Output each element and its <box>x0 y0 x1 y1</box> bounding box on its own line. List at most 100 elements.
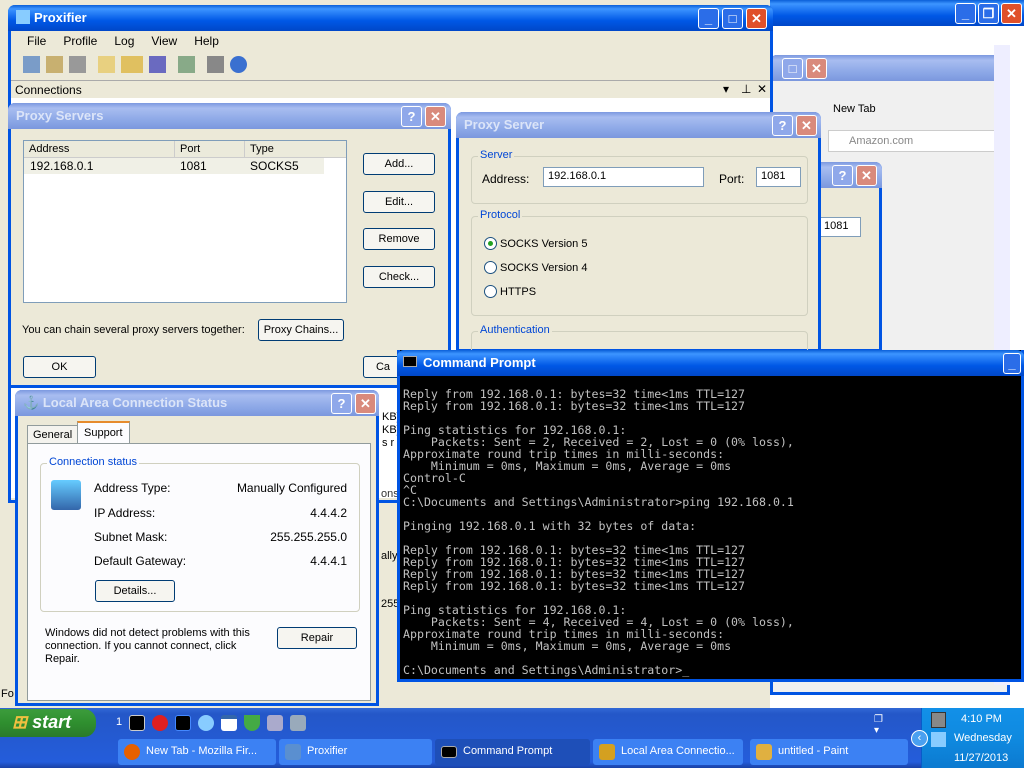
column-port[interactable]: Port <box>174 141 244 157</box>
details-button[interactable]: Details... <box>95 580 175 602</box>
maximize-button[interactable]: □ <box>722 8 743 29</box>
panel-close-icon[interactable]: ✕ <box>757 82 767 96</box>
help-button[interactable]: ? <box>832 165 853 186</box>
toolbar <box>23 56 247 73</box>
close-button[interactable]: ✕ <box>856 165 877 186</box>
connections-panel-header: Connections ▾ ⊥ ✕ <box>11 80 770 97</box>
red-app-quicklaunch-icon[interactable] <box>152 715 168 731</box>
ip-address-label: IP Address: <box>94 506 156 520</box>
taskbar-lan-status[interactable]: Local Area Connectio... <box>593 739 743 765</box>
table-row[interactable]: 192.168.0.1 1081 SOCKS5 <box>24 158 324 174</box>
clock-date[interactable]: 11/27/2013 <box>954 752 1008 764</box>
help-icon[interactable] <box>230 56 247 73</box>
cmd-quicklaunch-icon[interactable] <box>129 715 145 731</box>
tray-expand-icon[interactable]: ‹ <box>911 730 928 747</box>
proxy-chains-button[interactable]: Proxy Chains... <box>258 319 344 341</box>
menu-view[interactable]: View <box>151 34 177 48</box>
start-button[interactable]: ⊞ start <box>0 709 96 737</box>
port-field[interactable]: 1081 <box>756 167 801 187</box>
firefox-search-input[interactable]: Amazon.com <box>828 130 1008 152</box>
window-quicklaunch-icon[interactable] <box>221 715 237 731</box>
proxy-list[interactable]: Address Port Type 192.168.0.1 1081 SOCKS… <box>23 140 347 303</box>
proxifier-icon <box>285 744 301 760</box>
partial-text: s r <box>382 437 395 449</box>
menu-bar: File Profile Log View Help <box>27 34 219 48</box>
https-radio[interactable]: HTTPS <box>484 285 536 298</box>
pin-icon[interactable]: ⊥ <box>741 82 751 96</box>
tools-quicklaunch-icon[interactable] <box>267 715 283 731</box>
clipboard-icon[interactable] <box>178 56 195 73</box>
taskbar-proxifier[interactable]: Proxifier <box>279 739 432 765</box>
clock-day[interactable]: Wednesday <box>954 732 1012 744</box>
menu-file[interactable]: File <box>27 34 46 48</box>
maximize-button[interactable]: □ <box>782 58 803 79</box>
add-button[interactable]: Add... <box>363 153 435 175</box>
help-button[interactable]: ? <box>401 106 422 127</box>
print-icon[interactable] <box>207 56 224 73</box>
address-field[interactable]: 192.168.0.1 <box>543 167 704 187</box>
edit-button[interactable]: Edit... <box>363 191 435 213</box>
restore-button[interactable]: ❐ <box>978 3 999 24</box>
window-title: Command Prompt <box>423 355 536 370</box>
network-quicklaunch-icon[interactable] <box>198 715 214 731</box>
firefox-tab[interactable]: New Tab <box>833 103 876 115</box>
column-type[interactable]: Type <box>244 141 324 157</box>
open-profile-icon[interactable] <box>121 56 143 73</box>
column-address[interactable]: Address <box>24 141 174 157</box>
minimize-button[interactable]: _ <box>1003 353 1021 374</box>
subnet-mask-label: Subnet Mask: <box>94 530 168 544</box>
network-icon <box>599 744 615 760</box>
clock-time[interactable]: 4:10 PM <box>961 713 1002 725</box>
radio-icon <box>484 285 497 298</box>
restore-bar-icon[interactable]: ❐ ▾ <box>874 714 883 736</box>
windows-logo-icon: ⊞ <box>12 712 28 732</box>
panel-menu-icon[interactable]: ▾ <box>723 82 729 96</box>
menu-log[interactable]: Log <box>114 34 134 48</box>
close-button[interactable]: ✕ <box>806 58 827 79</box>
shield-quicklaunch-icon[interactable] <box>244 715 260 731</box>
minimize-button[interactable]: _ <box>698 8 719 29</box>
protocol-group: Protocol SOCKS Version 5 SOCKS Version 4… <box>471 209 808 316</box>
ok-button[interactable]: OK <box>23 356 96 378</box>
socks4-radio[interactable]: SOCKS Version 4 <box>484 261 587 274</box>
rules-icon[interactable] <box>46 56 63 73</box>
taskbar-paint[interactable]: untitled - Paint <box>750 739 908 765</box>
repair-button[interactable]: Repair <box>277 627 357 649</box>
close-button[interactable]: ✕ <box>746 8 767 29</box>
proxy-servers-dialog: Proxy Servers ? ✕ Address Port Type 192.… <box>8 103 451 388</box>
recycle-quicklaunch-icon[interactable] <box>290 715 306 731</box>
port-field[interactable]: 1081 <box>819 217 861 237</box>
tray-app-icon[interactable] <box>931 712 946 728</box>
save-profile-icon[interactable] <box>149 56 166 73</box>
help-button[interactable]: ? <box>772 115 793 136</box>
background-window-titlebar: _ ❐ ✕ <box>770 0 1024 26</box>
menu-profile[interactable]: Profile <box>63 34 97 48</box>
firefox-icon <box>124 744 140 760</box>
partial-text: Fo <box>1 688 14 700</box>
quicklaunch-count: 1 <box>116 716 123 728</box>
tab-general[interactable]: General <box>27 425 79 444</box>
remove-button[interactable]: Remove <box>363 228 435 250</box>
help-button[interactable]: ? <box>331 393 352 414</box>
taskbar-command-prompt[interactable]: Command Prompt <box>435 739 590 765</box>
console-output[interactable]: Reply from 192.168.0.1: bytes=32 time<1m… <box>403 388 794 676</box>
minimize-button[interactable]: _ <box>955 3 976 24</box>
socks5-radio[interactable]: SOCKS Version 5 <box>484 237 587 250</box>
taskbar-firefox[interactable]: New Tab - Mozilla Fir... <box>118 739 276 765</box>
repair-message: Windows did not detect problems with thi… <box>45 627 250 665</box>
close-button[interactable]: ✕ <box>355 393 376 414</box>
paint-icon <box>756 744 772 760</box>
proxy-servers-icon[interactable] <box>23 56 40 73</box>
dns-icon[interactable] <box>69 56 86 73</box>
new-profile-icon[interactable] <box>98 56 115 73</box>
tab-support[interactable]: Support <box>77 421 130 443</box>
close-button[interactable]: ✕ <box>796 115 817 136</box>
menu-help[interactable]: Help <box>194 34 219 48</box>
lan-status-dialog: ⚓ Local Area Connection Status ? ✕ Gener… <box>15 390 379 706</box>
subnet-mask-value: 255.255.255.0 <box>270 530 347 544</box>
terminal-quicklaunch-icon[interactable] <box>175 715 191 731</box>
tray-network-icon[interactable] <box>931 732 946 747</box>
close-button[interactable]: ✕ <box>1001 3 1022 24</box>
check-button[interactable]: Check... <box>363 266 435 288</box>
close-button[interactable]: ✕ <box>425 106 446 127</box>
